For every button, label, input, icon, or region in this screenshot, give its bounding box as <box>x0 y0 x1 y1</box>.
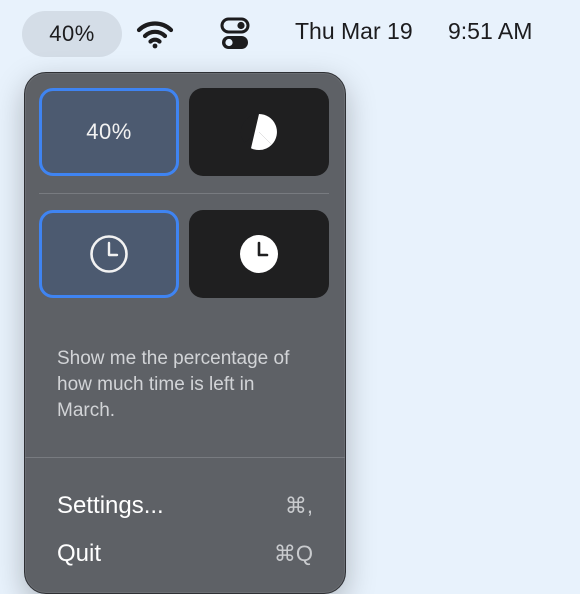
outline-clock-style-option[interactable] <box>39 210 179 298</box>
settings-label: Settings... <box>57 492 164 519</box>
pie-display-option[interactable] <box>189 88 329 176</box>
filled-clock-style-option[interactable] <box>189 210 329 298</box>
settings-menu-item[interactable]: Settings... ⌘, <box>57 488 313 524</box>
settings-shortcut: ⌘, <box>284 493 313 518</box>
menubar-percent-item[interactable]: 40% <box>22 11 122 57</box>
progress-popover: 40% Show me the percentage of how much t… <box>24 72 346 594</box>
menubar-percent-label: 40% <box>49 21 95 46</box>
percentage-option-label: 40% <box>86 119 132 144</box>
menubar-time[interactable]: 9:51 AM <box>448 18 532 45</box>
clock-filled-icon <box>240 235 278 273</box>
menubar-date[interactable]: Thu Mar 19 <box>295 18 413 45</box>
pie-chart-icon <box>240 113 277 151</box>
menu-bar: 40% Thu Mar 19 9:51 AM <box>0 0 580 66</box>
quit-shortcut: ⌘Q <box>273 541 313 566</box>
percentage-display-option[interactable]: 40% <box>39 88 179 176</box>
control-center-icon[interactable] <box>219 17 251 51</box>
options-divider <box>39 193 329 194</box>
wifi-icon[interactable] <box>136 19 174 49</box>
menu-divider <box>25 457 345 458</box>
quit-label: Quit <box>57 540 102 567</box>
quit-menu-item[interactable]: Quit ⌘Q <box>57 536 313 572</box>
description-text: Show me the percentage of how much time … <box>57 348 290 421</box>
clock-outline-icon <box>90 235 128 273</box>
